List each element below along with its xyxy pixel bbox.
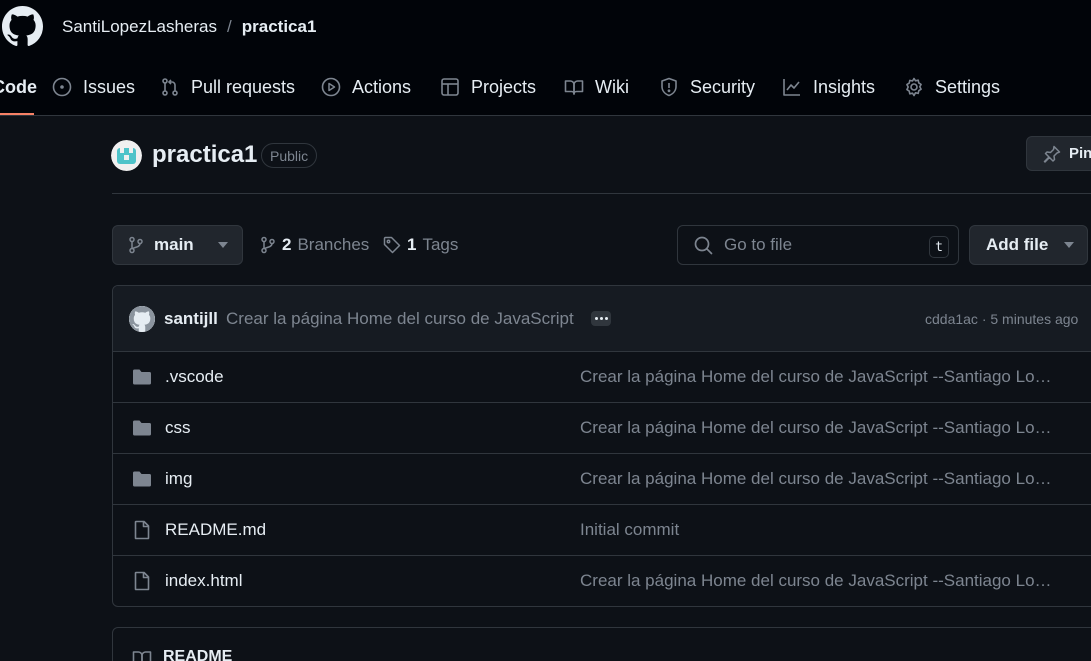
tab-projects[interactable]: Projects — [440, 66, 536, 108]
visibility-badge: Public — [261, 143, 318, 168]
repo-owner-avatar[interactable] — [111, 140, 142, 171]
file-row[interactable]: css Crear la página Home del curso de Ja… — [113, 403, 1091, 454]
folder-icon — [132, 469, 152, 489]
folder-icon — [132, 418, 152, 438]
tab-actions-label: Actions — [352, 76, 412, 97]
tab-pull-requests[interactable]: Pull requests — [160, 66, 295, 108]
tab-code-active-indicator — [0, 113, 34, 115]
go-to-file-input[interactable]: Go to file t — [677, 225, 959, 265]
file-name[interactable]: css — [165, 418, 191, 438]
pin-button[interactable]: Pin — [1026, 136, 1091, 171]
git-branch-icon — [260, 236, 276, 254]
file-name[interactable]: .vscode — [165, 367, 224, 387]
add-file-button[interactable]: Add file — [969, 225, 1088, 265]
tab-settings[interactable]: Settings — [904, 66, 1000, 108]
repo-nav-tabs: Code Issues Pull requests Actions P — [0, 66, 1091, 116]
commit-meta[interactable]: cdda1ac · 5 minutes ago — [925, 311, 1078, 327]
tab-wiki-label: Wiki — [595, 76, 629, 97]
commit-message[interactable]: Crear la página Home del curso de JavaSc… — [226, 309, 574, 329]
pin-icon — [1043, 145, 1061, 163]
git-branch-icon — [128, 236, 144, 254]
caret-down-icon — [217, 242, 228, 248]
branches-count: 2 — [282, 235, 292, 254]
file-browser: santijll Crear la página Home del curso … — [112, 285, 1091, 607]
branch-selector-button[interactable]: main — [112, 225, 243, 265]
app-header: SantiLopezLasheras / practica1 Code Issu… — [0, 0, 1091, 116]
commit-author-avatar[interactable] — [129, 306, 155, 332]
breadcrumb-separator: / — [227, 17, 232, 36]
file-name[interactable]: README.md — [165, 520, 266, 540]
book-icon — [132, 648, 152, 661]
breadcrumb: SantiLopezLasheras / practica1 — [62, 16, 316, 38]
keyboard-shortcut-hint: t — [929, 236, 949, 258]
issue-opened-icon — [52, 77, 72, 97]
graph-icon — [782, 77, 802, 97]
tab-pull-requests-label: Pull requests — [191, 76, 296, 97]
file-commit-message[interactable]: Initial commit — [580, 520, 1052, 540]
file-icon — [132, 520, 152, 540]
tab-code[interactable]: Code — [0, 66, 37, 108]
add-file-label: Add file — [986, 235, 1049, 254]
file-commit-message[interactable]: Crear la página Home del curso de JavaSc… — [580, 367, 1052, 387]
file-commit-message[interactable]: Crear la página Home del curso de JavaSc… — [580, 469, 1052, 489]
file-icon — [132, 571, 152, 591]
file-name[interactable]: img — [165, 469, 192, 489]
readme-panel: README — [112, 627, 1091, 661]
tab-projects-label: Projects — [471, 76, 537, 97]
tab-issues-label: Issues — [83, 76, 136, 97]
folder-icon — [132, 367, 152, 387]
branches-link[interactable]: 2 Branches — [260, 234, 369, 256]
book-icon — [564, 77, 584, 97]
tab-issues[interactable]: Issues — [52, 66, 135, 108]
tab-security[interactable]: Security — [659, 66, 755, 108]
table-icon — [440, 77, 460, 97]
tab-security-label: Security — [690, 76, 756, 97]
file-row[interactable]: .vscode Crear la página Home del curso d… — [113, 352, 1091, 403]
tab-insights-label: Insights — [813, 76, 876, 97]
tab-code-label: Code — [0, 76, 37, 97]
readme-tab-label[interactable]: README — [163, 648, 232, 661]
file-row[interactable]: index.html Crear la página Home del curs… — [113, 556, 1091, 606]
tab-wiki[interactable]: Wiki — [564, 66, 629, 108]
play-icon — [321, 77, 341, 97]
tag-icon — [383, 236, 401, 254]
breadcrumb-owner-link[interactable]: SantiLopezLasheras — [62, 17, 217, 37]
commit-details-toggle-icon[interactable] — [591, 311, 611, 326]
branch-name: main — [154, 235, 194, 254]
tab-settings-label: Settings — [935, 76, 1001, 97]
shield-icon — [659, 77, 679, 97]
caret-down-icon — [1064, 242, 1075, 248]
file-commit-message[interactable]: Crear la página Home del curso de JavaSc… — [580, 571, 1052, 591]
tags-label: Tags — [422, 235, 459, 254]
pin-label: Pin — [1069, 145, 1091, 162]
commit-author[interactable]: santijll — [164, 309, 218, 329]
gear-icon — [904, 77, 924, 97]
tab-insights[interactable]: Insights — [782, 66, 875, 108]
file-row[interactable]: README.md Initial commit — [113, 505, 1091, 556]
title-divider — [112, 193, 1091, 194]
search-icon — [694, 236, 713, 255]
latest-commit-row: santijll Crear la página Home del curso … — [113, 286, 1091, 352]
repo-title[interactable]: practica1 — [152, 141, 257, 169]
breadcrumb-repo-link[interactable]: practica1 — [242, 17, 317, 37]
git-pull-request-icon — [160, 77, 180, 97]
file-name[interactable]: index.html — [165, 571, 242, 591]
tags-link[interactable]: 1 Tags — [383, 234, 458, 256]
go-to-file-placeholder: Go to file — [724, 235, 793, 254]
tags-count: 1 — [407, 235, 417, 254]
tab-actions[interactable]: Actions — [321, 66, 411, 108]
github-logo-icon[interactable] — [2, 6, 43, 47]
file-commit-message[interactable]: Crear la página Home del curso de JavaSc… — [580, 418, 1052, 438]
branches-label: Branches — [297, 235, 370, 254]
file-row[interactable]: img Crear la página Home del curso de Ja… — [113, 454, 1091, 505]
